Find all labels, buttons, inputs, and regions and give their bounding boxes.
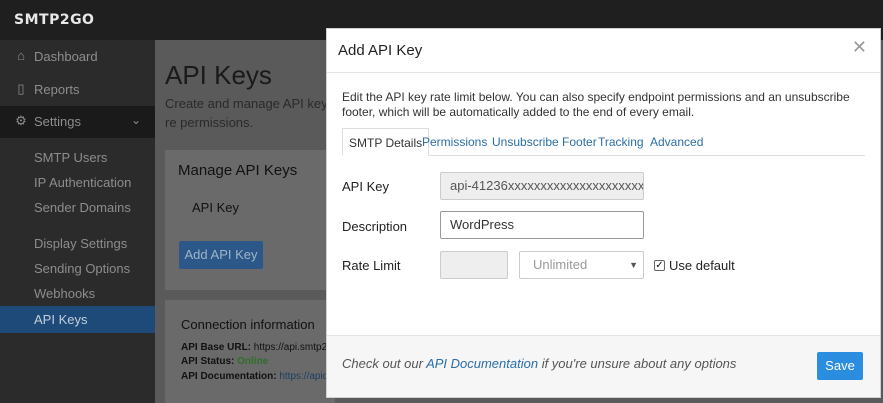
api-documentation-link[interactable]: API Documentation (426, 356, 538, 371)
tab-smtp-details[interactable]: SMTP Details (342, 128, 430, 156)
api-base-url-value: https://api.smtp2g (253, 342, 326, 353)
modal-title: Add API Key (338, 42, 423, 59)
sidebar-subitem-sending-options[interactable]: Sending Options (34, 261, 130, 276)
rate-limit-field[interactable] (440, 251, 508, 279)
add-api-key-modal: Add API Key ✕ Edit the API key rate limi… (326, 28, 881, 398)
sidebar-subitem-smtp-users[interactable]: SMTP Users (34, 150, 107, 165)
sidebar-item-settings[interactable]: ⚙ Settings ⌄ (0, 106, 155, 138)
document-icon: ▯ (17, 81, 25, 96)
sidebar-item-label: API Keys (34, 312, 88, 327)
tab-advanced[interactable]: Advanced (650, 128, 703, 156)
sidebar-item-dashboard[interactable]: ⌂ Dashboard (0, 41, 155, 73)
api-key-label: API Key (342, 179, 389, 194)
tab-tracking[interactable]: Tracking (598, 128, 644, 156)
sidebar-item-label: Settings (34, 114, 81, 129)
api-base-url-label: API Base URL: (181, 342, 252, 353)
footer-text-after: if you're unsure about any options (538, 356, 737, 371)
api-docs-line: API Documentation: https://apid (181, 371, 326, 382)
modal-description: Edit the API key rate limit below. You c… (342, 90, 850, 119)
api-docs-link[interactable]: https://apid (279, 371, 326, 382)
modal-tabs: SMTP Details Permissions Unsubscribe Foo… (342, 128, 865, 156)
description-label: Description (342, 219, 408, 234)
sidebar-item-label: Dashboard (34, 49, 98, 64)
app-logo[interactable]: SMTP2GO (14, 12, 94, 28)
sidebar-subitem-sender-domains[interactable]: Sender Domains (34, 200, 131, 215)
footer-help-text: Check out our API Documentation if you'r… (342, 356, 736, 371)
add-api-key-button[interactable]: Add API Key (179, 241, 263, 269)
close-icon[interactable]: ✕ (852, 38, 867, 56)
page-subtitle: Create and manage API keys re permission… (165, 96, 335, 130)
api-status-value: Online (237, 356, 269, 367)
api-status-line: API Status: Online (181, 356, 326, 367)
modal-footer: Check out our API Documentation if you'r… (327, 335, 880, 397)
caret-down-icon: ▼ (629, 260, 638, 270)
api-key-column-header: API Key (192, 200, 239, 215)
save-button[interactable]: Save (817, 352, 863, 380)
gear-icon: ⚙ (15, 113, 27, 128)
rate-limit-label: Rate Limit (342, 258, 401, 273)
tab-permissions[interactable]: Permissions (422, 128, 487, 156)
sidebar-subitem-webhooks[interactable]: Webhooks (34, 286, 95, 301)
connection-info-title: Connection information (181, 317, 315, 332)
footer-text-before: Check out our (342, 356, 427, 371)
api-status-label: API Status: (181, 356, 235, 367)
page-title: API Keys (165, 60, 272, 90)
home-icon: ⌂ (17, 48, 25, 63)
rate-limit-unit-select[interactable]: Unlimited ▼ (519, 251, 644, 279)
divider (327, 72, 880, 73)
chevron-down-icon: ⌄ (130, 113, 141, 127)
description-field[interactable]: WordPress (440, 211, 644, 239)
sidebar: ⌂ Dashboard ▯ Reports ⚙ Settings ⌄ SMTP … (0, 40, 155, 403)
sidebar-subitem-ip-authentication[interactable]: IP Authentication (34, 175, 131, 190)
api-docs-label: API Documentation: (181, 371, 277, 382)
api-base-url-line: API Base URL: https://api.smtp2g (181, 342, 326, 353)
rate-limit-unit-value: Unlimited (533, 257, 588, 272)
sidebar-subitem-api-keys[interactable]: API Keys (0, 306, 155, 333)
card-title: Manage API Keys (178, 162, 298, 179)
sidebar-item-label: Reports (34, 82, 80, 97)
sidebar-item-reports[interactable]: ▯ Reports (0, 74, 155, 106)
api-key-field[interactable]: api-41236xxxxxxxxxxxxxxxxxxxxxxxx (440, 172, 644, 200)
sidebar-subitem-display-settings[interactable]: Display Settings (34, 236, 127, 251)
tab-unsubscribe-footer[interactable]: Unsubscribe Footer (492, 128, 597, 156)
use-default-label: Use default (669, 258, 735, 273)
use-default-checkbox[interactable]: ✓ (654, 260, 665, 271)
